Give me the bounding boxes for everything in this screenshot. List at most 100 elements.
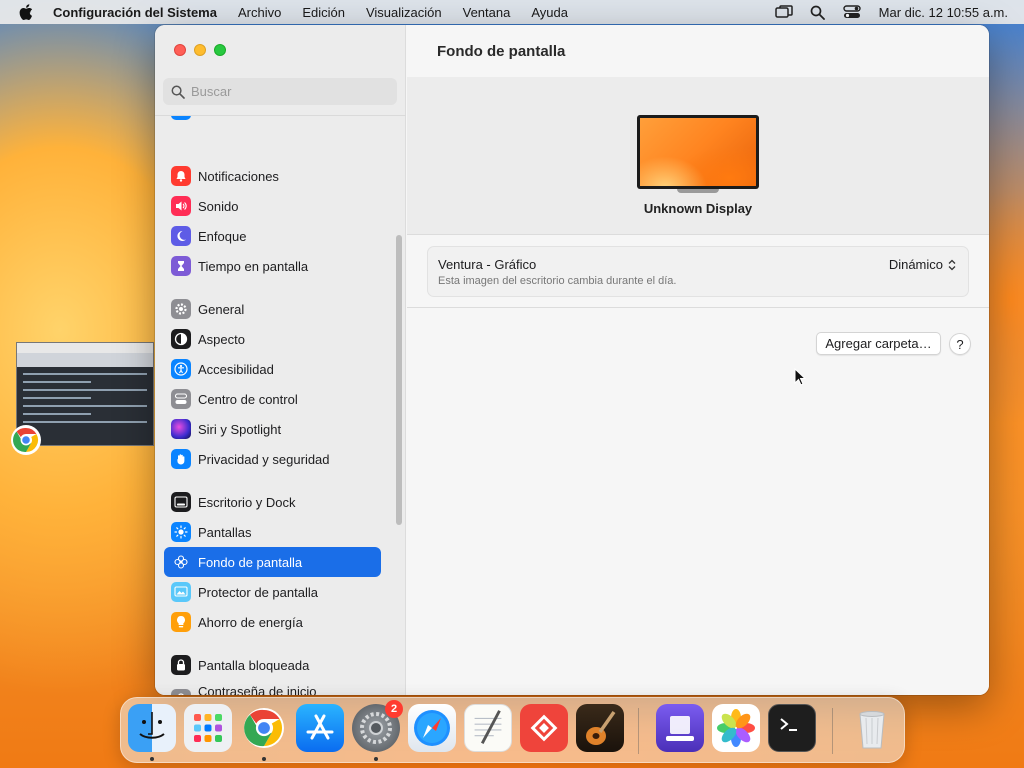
password-lock-icon <box>171 689 191 695</box>
sidebar-item-tiempo-en-pantalla[interactable]: Tiempo en pantalla <box>164 251 381 281</box>
sidebar-list: Notificaciones Sonido Enfoque Tiempo en … <box>155 116 406 695</box>
sidebar-item-centro-de-control[interactable]: Centro de control <box>164 384 381 414</box>
sidebar-item-label: Escritorio y Dock <box>198 494 296 510</box>
screensaver-icon <box>171 582 191 602</box>
dock-separator <box>832 708 833 754</box>
sidebar-item-siri-y-spotlight[interactable]: Siri y Spotlight <box>164 414 381 444</box>
chrome-thumbnail-icon <box>10 424 42 456</box>
minimize-button[interactable] <box>194 44 206 56</box>
textedit-icon[interactable] <box>464 704 512 752</box>
control-center-icon <box>171 389 191 409</box>
zoom-button[interactable] <box>214 44 226 56</box>
wallpaper-card: Ventura - Gráfico Esta imagen del escrit… <box>427 246 969 297</box>
dock-separator <box>638 708 639 754</box>
sidebar-item-aspecto[interactable]: Aspecto <box>164 324 381 354</box>
chrome-running-indicator <box>262 757 266 761</box>
sidebar-item-label: Centro de control <box>198 391 298 407</box>
sidebar-item-label: Protector de pantalla <box>198 584 318 600</box>
sidebar-item-label: Contraseña de inicio de sesión <box>198 684 317 695</box>
settings-running-indicator <box>374 757 378 761</box>
sidebar-item-label: Pantalla bloqueada <box>198 657 310 673</box>
sidebar-item-label: Sonido <box>198 198 239 214</box>
menu-ayuda[interactable]: Ayuda <box>531 5 568 20</box>
search-icon <box>171 85 185 99</box>
launchpad-icon[interactable] <box>184 704 232 752</box>
sidebar-item-label: Tiempo en pantalla <box>198 258 309 274</box>
sidebar-item-label: General <box>198 301 245 317</box>
sidebar-item-fondo-de-pantalla[interactable]: Fondo de pantalla <box>164 547 381 577</box>
anydesk-icon[interactable] <box>520 704 568 752</box>
photos-icon[interactable] <box>712 704 760 752</box>
safari-icon[interactable] <box>408 704 456 752</box>
sidebar-item-general[interactable]: General <box>164 294 381 324</box>
sidebar-item-escritorio-y-dock[interactable]: Escritorio y Dock <box>164 487 381 517</box>
menu-bar-clock[interactable]: Mar dic. 12 10:55 a.m. <box>879 5 1008 20</box>
system-settings-window: Notificaciones Sonido Enfoque Tiempo en … <box>155 25 989 695</box>
apple-configurator-icon[interactable] <box>656 704 704 752</box>
moon-icon <box>171 226 191 246</box>
menu-archivo[interactable]: Archivo <box>238 5 281 20</box>
appearance-icon <box>171 329 191 349</box>
sidebar-item-label: Accesibilidad <box>198 361 274 377</box>
display-name: Unknown Display <box>643 201 753 216</box>
main-pane: Fondo de pantalla Unknown Display Ventur… <box>407 25 989 695</box>
app-store-icon[interactable] <box>296 704 344 752</box>
menu-edicion[interactable]: Edición <box>302 5 345 20</box>
speaker-icon <box>171 196 191 216</box>
sidebar: Notificaciones Sonido Enfoque Tiempo en … <box>155 25 406 695</box>
control-center-icon[interactable] <box>841 4 863 20</box>
sidebar-item-pantallas[interactable]: Pantallas <box>164 517 381 547</box>
screen-mirroring-icon[interactable] <box>773 4 795 20</box>
sidebar-item-protector-de-pantalla[interactable]: Protector de pantalla <box>164 577 381 607</box>
sun-icon <box>171 522 191 542</box>
sidebar-item-contrasena-de-inicio[interactable]: Contraseña de inicio de sesión <box>164 682 381 695</box>
siri-icon <box>171 419 191 439</box>
wallpaper-description: Esta imagen del escritorio cambia durant… <box>438 275 677 287</box>
app-name-menu[interactable]: Configuración del Sistema <box>53 5 217 20</box>
sidebar-item-pantalla-bloqueada[interactable]: Pantalla bloqueada <box>164 650 381 680</box>
menu-bar: Configuración del Sistema Archivo Edició… <box>0 0 1024 24</box>
terminal-icon[interactable] <box>768 704 816 752</box>
bell-icon <box>171 166 191 186</box>
page-title: Fondo de pantalla <box>437 43 566 60</box>
sidebar-item-ahorro-de-energia[interactable]: Ahorro de energía <box>164 607 381 637</box>
spotlight-search-icon[interactable] <box>807 4 829 20</box>
close-button[interactable] <box>174 44 186 56</box>
sidebar-item-label: Privacidad y seguridad <box>198 451 330 467</box>
wallpaper-mode-popup[interactable]: Dinámico <box>889 257 956 272</box>
wallpaper-name: Ventura - Gráfico <box>438 257 537 272</box>
chrome-icon[interactable] <box>240 704 288 752</box>
notification-badge: 2 <box>385 700 403 718</box>
sidebar-item-label: Enfoque <box>198 228 247 244</box>
bulb-icon <box>171 612 191 632</box>
sidebar-item-notificaciones[interactable]: Notificaciones <box>164 161 381 191</box>
apple-menu-icon[interactable] <box>16 4 36 20</box>
sidebar-item-sonido[interactable]: Sonido <box>164 191 381 221</box>
garageband-icon[interactable] <box>576 704 624 752</box>
search-field[interactable] <box>163 78 397 105</box>
hand-icon <box>171 449 191 469</box>
monitor-stand <box>677 189 719 193</box>
trash-icon[interactable] <box>848 704 896 752</box>
wallpaper-thumbnail <box>640 118 756 186</box>
finder-icon[interactable] <box>128 704 176 752</box>
sidebar-item-privacidad-y-seguridad[interactable]: Privacidad y seguridad <box>164 444 381 474</box>
add-folder-button[interactable]: Agregar carpeta… <box>816 332 941 355</box>
sidebar-item-label: Pantallas <box>198 524 252 540</box>
search-input[interactable] <box>191 84 381 99</box>
monitor-preview[interactable] <box>637 115 759 189</box>
menu-ventana[interactable]: Ventana <box>463 5 511 20</box>
sidebar-item-label: Aspecto <box>198 331 245 347</box>
section-divider <box>407 307 989 308</box>
sidebar-scrollbar[interactable] <box>396 235 402 525</box>
flower-icon <box>171 552 191 572</box>
menu-visualizacion[interactable]: Visualización <box>366 5 442 20</box>
hourglass-icon <box>171 256 191 276</box>
sidebar-item-label: Fondo de pantalla <box>198 554 303 570</box>
help-button[interactable]: ? <box>949 333 971 355</box>
clipped-item-icon <box>171 116 191 120</box>
sidebar-item-enfoque[interactable]: Enfoque <box>164 221 381 251</box>
sidebar-item-accesibilidad[interactable]: Accesibilidad <box>164 354 381 384</box>
dock-icon <box>171 492 191 512</box>
sidebar-item-label: Ahorro de energía <box>198 614 303 630</box>
